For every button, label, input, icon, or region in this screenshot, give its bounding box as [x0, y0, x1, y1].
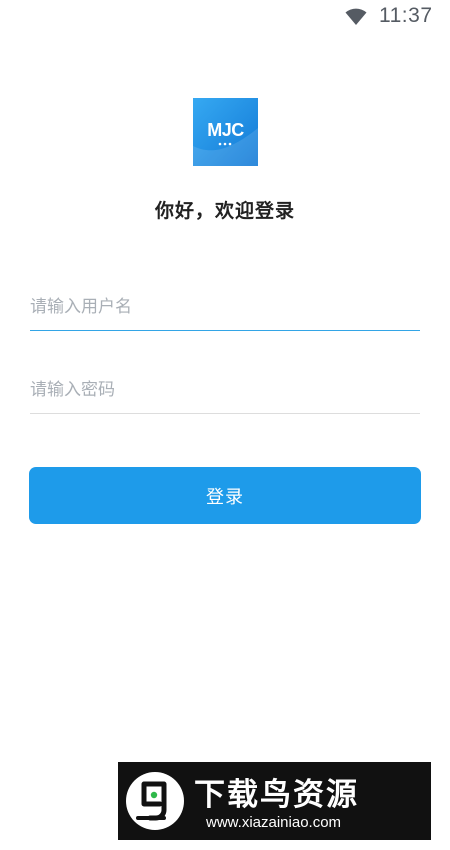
watermark-url: www.xiazainiao.com	[206, 814, 342, 831]
status-time: 11:37	[379, 4, 433, 27]
app-logo: MJC	[193, 98, 258, 166]
username-underline	[30, 330, 420, 331]
status-bar: 11:37	[0, 0, 450, 40]
password-underline	[30, 413, 420, 414]
watermark-title: 下载鸟资源	[194, 777, 359, 813]
app-logo-text: MJC	[207, 120, 244, 140]
password-field	[30, 370, 420, 414]
username-field	[30, 287, 420, 331]
username-input[interactable]	[30, 287, 420, 327]
wifi-icon	[345, 8, 367, 25]
welcome-title: 你好，欢迎登录	[154, 200, 295, 222]
login-button[interactable]: 登录	[29, 467, 421, 524]
password-input[interactable]	[30, 370, 420, 410]
watermark-banner: 下载鸟资源 www.xiazainiao.com	[118, 762, 431, 840]
login-screen: 11:37 MJC 你好，欢迎登录 登录	[0, 0, 450, 850]
bird-logo-icon	[126, 772, 184, 830]
